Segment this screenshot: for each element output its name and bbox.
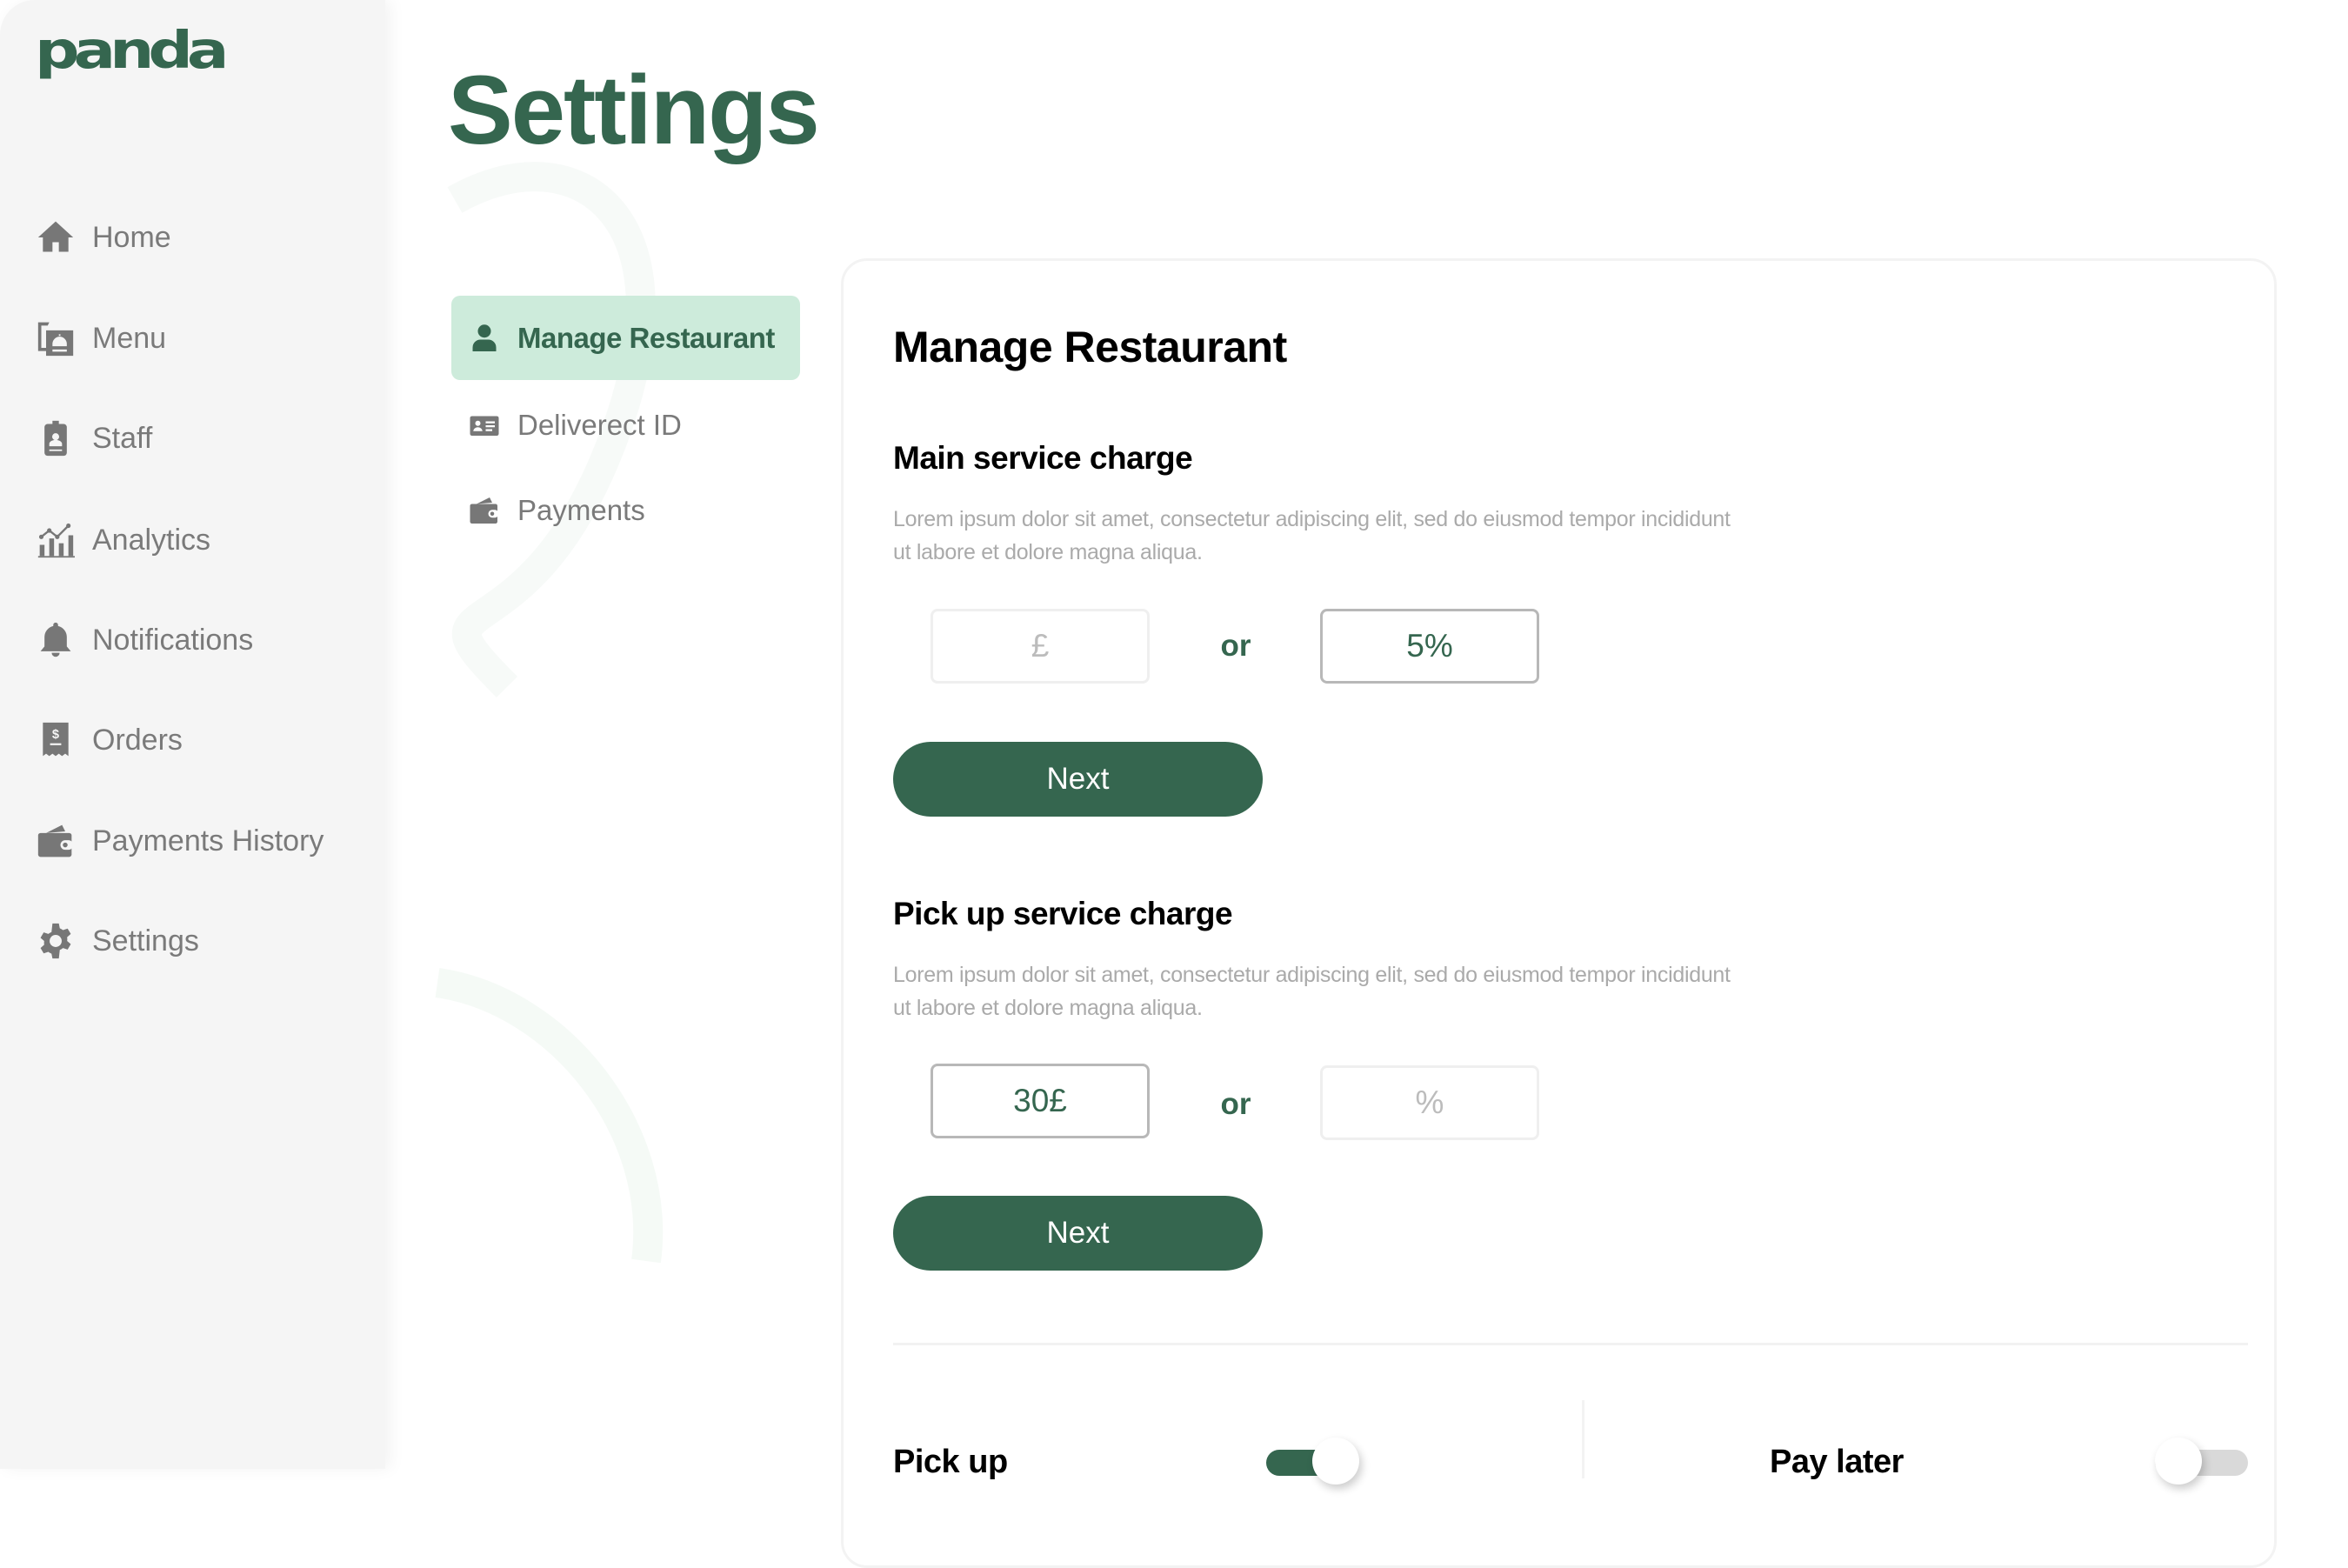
or-label: or [1220, 629, 1251, 663]
settings-tab-label: Deliverect ID [517, 408, 682, 441]
main-percent-input[interactable]: 5% [1320, 609, 1539, 684]
pickup-service-charge-description: Lorem ipsum dolor sit amet, consectetur … [893, 963, 1731, 1020]
toggle-knob [1312, 1438, 1359, 1485]
pay-later-toggle[interactable] [2155, 1438, 2248, 1485]
pickup-toggle[interactable] [1266, 1438, 1359, 1485]
settings-tab-deliverect-id[interactable]: Deliverect ID [451, 383, 800, 467]
main-amount-input[interactable]: £ [931, 609, 1150, 684]
main-service-charge-heading: Main service charge [893, 440, 1193, 476]
pickup-percent-input[interactable]: % [1320, 1065, 1539, 1140]
sidebar: panda Home Menu Staff Analytics Notifica… [0, 0, 385, 1469]
sidebar-item-label: Payments History [92, 824, 324, 857]
page-title: Settings [448, 56, 820, 164]
menu-book-icon [37, 319, 75, 357]
sidebar-item-home[interactable]: Home [37, 211, 367, 264]
or-label: or [1220, 1087, 1251, 1121]
sidebar-item-label: Orders [92, 723, 183, 757]
sidebar-item-notifications[interactable]: Notifications [37, 614, 367, 666]
pickup-service-charge-heading: Pick up service charge [893, 896, 1233, 931]
wallet-icon [467, 495, 502, 526]
panda-logo[interactable]: panda [35, 24, 230, 76]
gear-icon [37, 922, 75, 960]
pickup-toggle-label: Pick up [893, 1444, 1008, 1480]
pickup-service-charge-next-button[interactable]: Next [893, 1196, 1263, 1271]
sidebar-item-settings[interactable]: Settings [37, 915, 367, 967]
sidebar-item-orders[interactable]: $ Orders [37, 714, 367, 766]
pay-later-toggle-label: Pay later [1770, 1444, 1904, 1480]
toggle-column-divider [1582, 1400, 1584, 1478]
sidebar-item-label: Staff [92, 421, 153, 455]
settings-tab-payments[interactable]: Payments [451, 468, 800, 552]
id-card-icon [467, 410, 502, 441]
main-service-charge-description: Lorem ipsum dolor sit amet, consectetur … [893, 507, 1731, 564]
sidebar-item-payments-history[interactable]: Payments History [37, 815, 367, 867]
sidebar-item-staff[interactable]: Staff [37, 412, 367, 464]
main-service-charge-next-button[interactable]: Next [893, 742, 1263, 817]
main-amount-placeholder: £ [1031, 628, 1050, 664]
staff-badge-icon [37, 419, 75, 457]
pickup-percent-placeholder: % [1415, 1084, 1444, 1120]
user-icon [467, 323, 502, 354]
sidebar-item-label: Menu [92, 321, 167, 355]
receipt-icon: $ [37, 721, 75, 759]
wallet-icon [37, 822, 75, 860]
pickup-amount-input[interactable]: 30£ [931, 1064, 1150, 1138]
home-icon [37, 218, 75, 257]
settings-tab-manage-restaurant[interactable]: Manage Restaurant [451, 296, 800, 380]
sidebar-item-label: Notifications [92, 623, 254, 657]
settings-tab-label: Payments [517, 493, 645, 526]
sidebar-item-label: Home [92, 220, 171, 254]
sidebar-item-menu[interactable]: Menu [37, 312, 367, 364]
pickup-amount-value: 30£ [1013, 1083, 1067, 1118]
bell-icon [37, 621, 75, 659]
sidebar-item-analytics[interactable]: Analytics [37, 514, 367, 566]
analytics-icon [37, 521, 75, 559]
card-title: Manage Restaurant [893, 323, 1287, 371]
toggle-knob [2155, 1438, 2202, 1485]
sidebar-item-label: Analytics [92, 523, 211, 557]
sidebar-item-label: Settings [92, 924, 199, 957]
svg-text:$: $ [52, 728, 59, 742]
settings-tab-label: Manage Restaurant [517, 321, 775, 354]
main-percent-value: 5% [1406, 628, 1453, 664]
section-divider [893, 1343, 2248, 1345]
